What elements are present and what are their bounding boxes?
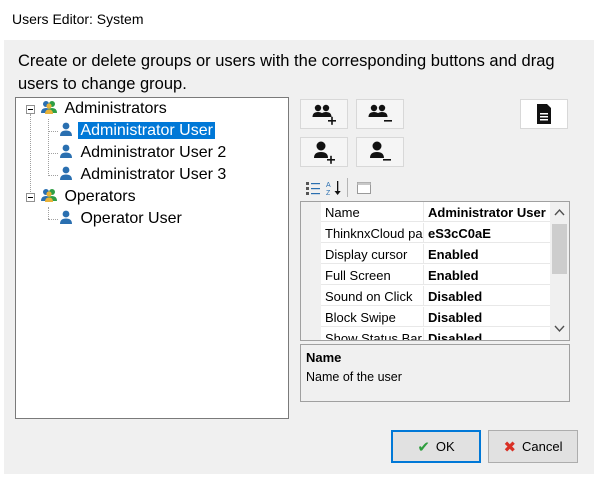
property-pages-button[interactable] [355, 179, 372, 196]
tree-connector [30, 114, 31, 200]
property-row[interactable]: Display cursor Enabled [301, 244, 550, 265]
group-icon [41, 101, 57, 114]
property-row[interactable]: ThinknxCloud password eS3cC0aE [301, 223, 550, 244]
property-row[interactable]: Name Administrator User [301, 202, 550, 223]
window-title: Users Editor: System [12, 11, 144, 27]
property-row[interactable]: Full Screen Enabled [301, 265, 550, 286]
scroll-down-icon[interactable] [554, 323, 565, 334]
property-description: Name Name of the user [300, 344, 570, 402]
row-gutter [301, 265, 321, 286]
group-icon [41, 189, 57, 202]
property-row[interactable]: Show Status Bar Disabled [301, 328, 550, 340]
property-name: Name [321, 202, 423, 222]
property-value[interactable]: Administrator User [423, 202, 550, 222]
user-icon [60, 166, 72, 180]
row-gutter [301, 307, 321, 328]
property-value[interactable]: Disabled [423, 286, 550, 306]
tree-connector [48, 207, 49, 219]
tree-connector [48, 119, 49, 176]
tree-user-label: Administrator User [78, 122, 215, 139]
property-value[interactable]: Enabled [423, 265, 550, 285]
property-name: ThinknxCloud password [321, 223, 423, 243]
tree-group-administrators[interactable]: Administrators [40, 99, 169, 119]
property-value[interactable]: Disabled [423, 328, 550, 340]
tree-user-administrator-user[interactable]: Administrator User [58, 121, 215, 141]
ok-button[interactable]: ✔ OK [391, 430, 481, 463]
tree-user-operator-user[interactable]: Operator User [58, 209, 184, 229]
instructions-text: Create or delete groups or users with th… [18, 52, 555, 93]
tree-group-operators[interactable]: Operators [40, 187, 138, 207]
close-icon: ✖ [503, 438, 517, 456]
description-title: Name [306, 350, 342, 365]
tree-group-label: Administrators [64, 100, 167, 117]
tree-connector [48, 175, 58, 176]
document-button[interactable] [520, 99, 568, 129]
tree-user-administrator-user-3[interactable]: Administrator User 3 [58, 165, 228, 185]
remove-group-button[interactable] [356, 99, 404, 129]
add-user-button[interactable] [300, 137, 348, 167]
row-gutter [301, 244, 321, 265]
tree-connector [48, 219, 58, 220]
user-icon [60, 144, 72, 158]
categorized-icon [305, 181, 320, 195]
property-value[interactable]: Enabled [423, 244, 550, 264]
scroll-up-icon[interactable] [554, 207, 565, 218]
add-group-button[interactable] [300, 99, 348, 129]
remove-user-icon [370, 141, 391, 161]
document-icon [537, 104, 551, 124]
user-icon [60, 210, 72, 224]
property-row[interactable]: Block Swipe Disabled [301, 307, 550, 328]
collapse-toggle[interactable] [26, 193, 35, 202]
user-icon [60, 122, 72, 136]
tree-user-label: Administrator User 3 [80, 166, 227, 183]
property-name: Block Swipe [321, 307, 423, 327]
property-name: Sound on Click [321, 286, 423, 306]
row-gutter [301, 202, 321, 223]
sort-az-icon: AZ [326, 180, 341, 196]
property-name: Full Screen [321, 265, 423, 285]
remove-group-icon [368, 104, 392, 122]
property-value[interactable]: eS3cC0aE [423, 223, 550, 243]
description-text: Name of the user [306, 370, 402, 384]
tree-connector [48, 131, 58, 132]
tree-user-administrator-user-2[interactable]: Administrator User 2 [58, 143, 228, 163]
svg-text:A: A [326, 182, 331, 189]
add-group-icon [312, 104, 336, 125]
tree-user-label: Operator User [80, 210, 182, 227]
check-icon: ✔ [417, 438, 430, 456]
ok-label: OK [435, 439, 455, 454]
add-user-icon [314, 141, 335, 164]
row-gutter [301, 223, 321, 244]
property-value[interactable]: Disabled [423, 307, 550, 327]
sort-az-button[interactable]: AZ [325, 179, 342, 196]
users-tree[interactable]: Administrators Administrator User Admini… [15, 97, 289, 419]
remove-user-button[interactable] [356, 137, 404, 167]
toolbar-separator [347, 178, 348, 197]
collapse-toggle[interactable] [26, 105, 35, 114]
svg-text:Z: Z [326, 190, 331, 196]
property-grid[interactable]: Name Administrator User ThinknxCloud pas… [300, 201, 570, 341]
vertical-scrollbar[interactable] [550, 202, 569, 340]
row-gutter [301, 286, 321, 307]
property-name: Show Status Bar [321, 328, 423, 340]
cancel-label: Cancel [522, 439, 563, 454]
property-name: Display cursor [321, 244, 423, 264]
tree-user-label: Administrator User 2 [80, 144, 227, 161]
title-bar: Users Editor: System [0, 0, 598, 38]
row-gutter [301, 328, 321, 340]
cancel-button[interactable]: ✖ Cancel [488, 430, 578, 463]
scrollbar-thumb[interactable] [552, 224, 567, 274]
tree-group-label: Operators [64, 188, 136, 205]
property-row[interactable]: Sound on Click Disabled [301, 286, 550, 307]
property-pages-icon [356, 181, 371, 194]
tree-connector [48, 153, 58, 154]
categorized-button[interactable] [304, 179, 321, 196]
